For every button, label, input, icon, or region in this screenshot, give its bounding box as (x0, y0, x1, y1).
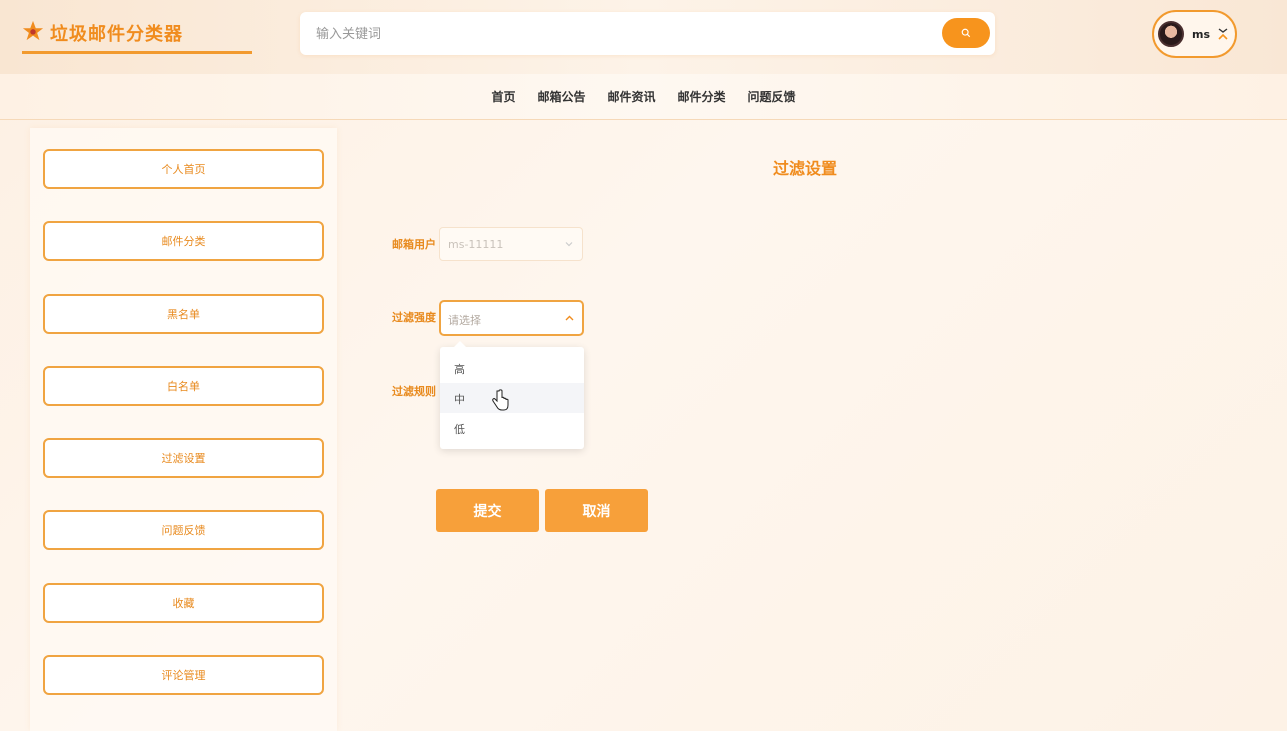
top-nav: 首页 邮箱公告 邮件资讯 邮件分类 问题反馈 (0, 74, 1287, 120)
sidebar-item-classify[interactable]: 邮件分类 (43, 221, 324, 261)
sidebar-item-comments[interactable]: 评论管理 (43, 655, 324, 695)
nav-announcements[interactable]: 邮箱公告 (537, 88, 585, 105)
option-medium[interactable]: 中 (440, 383, 584, 413)
search-input[interactable] (316, 23, 916, 45)
strength-select-placeholder: 请选择 (448, 314, 481, 327)
sidebar-item-profile[interactable]: 个人首页 (43, 149, 324, 189)
sidebar-item-blacklist[interactable]: 黑名单 (43, 294, 324, 334)
submit-button[interactable]: 提交 (436, 489, 539, 532)
app-title: 垃圾邮件分类器 (50, 24, 183, 45)
search-button[interactable] (942, 18, 990, 48)
user-select-value: ms-11111 (448, 238, 504, 251)
star-icon (22, 20, 44, 41)
nav-home[interactable]: 首页 (491, 88, 515, 105)
sidebar-item-feedback[interactable]: 问题反馈 (43, 510, 324, 550)
search-icon (961, 28, 971, 38)
sidebar-item-filter[interactable]: 过滤设置 (43, 438, 324, 478)
username: ms (1192, 27, 1211, 41)
cancel-button[interactable]: 取消 (545, 489, 648, 532)
logo[interactable]: 垃圾邮件分类器 (22, 14, 252, 54)
strength-select[interactable]: 请选择 (439, 300, 584, 336)
nav-news[interactable]: 邮件资讯 (607, 88, 655, 105)
nav-feedback[interactable]: 问题反馈 (748, 88, 796, 105)
option-high[interactable]: 高 (440, 353, 584, 383)
hand-cursor-icon (492, 389, 509, 411)
strength-dropdown: 高 中 低 (440, 341, 584, 449)
user-label: 邮箱用户 (392, 238, 436, 251)
chevron-down-icon (565, 242, 573, 247)
header: 垃圾邮件分类器 ms (0, 0, 1287, 74)
sidebar: 个人首页 邮件分类 黑名单 白名单 过滤设置 问题反馈 收藏 评论管理 (30, 128, 337, 731)
expand-icon (1218, 28, 1228, 40)
user-select: ms-11111 (439, 227, 583, 261)
avatar (1158, 21, 1184, 47)
chevron-up-icon (565, 315, 574, 321)
rule-label: 过滤规则 (392, 385, 436, 398)
strength-label: 过滤强度 (392, 311, 436, 324)
sidebar-item-whitelist[interactable]: 白名单 (43, 366, 324, 406)
user-menu[interactable]: ms (1152, 10, 1237, 58)
sidebar-item-favorites[interactable]: 收藏 (43, 583, 324, 623)
option-low[interactable]: 低 (440, 413, 584, 443)
search-bar (300, 12, 995, 55)
nav-classify[interactable]: 邮件分类 (678, 88, 726, 105)
page-title: 过滤设置 (772, 159, 837, 178)
